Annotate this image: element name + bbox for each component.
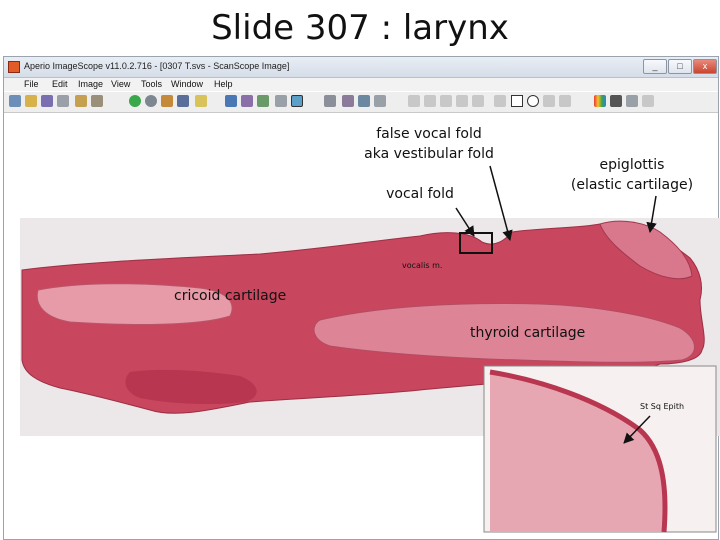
cricoid-label: cricoid cartilage	[174, 288, 287, 304]
inset-epith-label: St Sq Epith	[640, 402, 685, 411]
vocalis-label: vocalis m.	[402, 261, 443, 270]
epiglottis-line2: (elastic cartilage)	[570, 177, 694, 193]
false-vocal-fold-line2: aka vestibular fold	[364, 146, 494, 162]
vocal-fold-label: vocal fold	[386, 186, 454, 202]
false-vocal-fold-line1: false vocal fold	[376, 126, 482, 142]
epiglottis-label: epiglottis (elastic cartilage)	[565, 155, 699, 195]
epiglottis-line1: epiglottis	[599, 157, 665, 173]
thyroid-label: thyroid cartilage	[470, 325, 586, 341]
slide-image-svg	[20, 165, 720, 533]
false-vocal-fold-label: false vocal fold aka vestibular fold	[346, 124, 512, 164]
